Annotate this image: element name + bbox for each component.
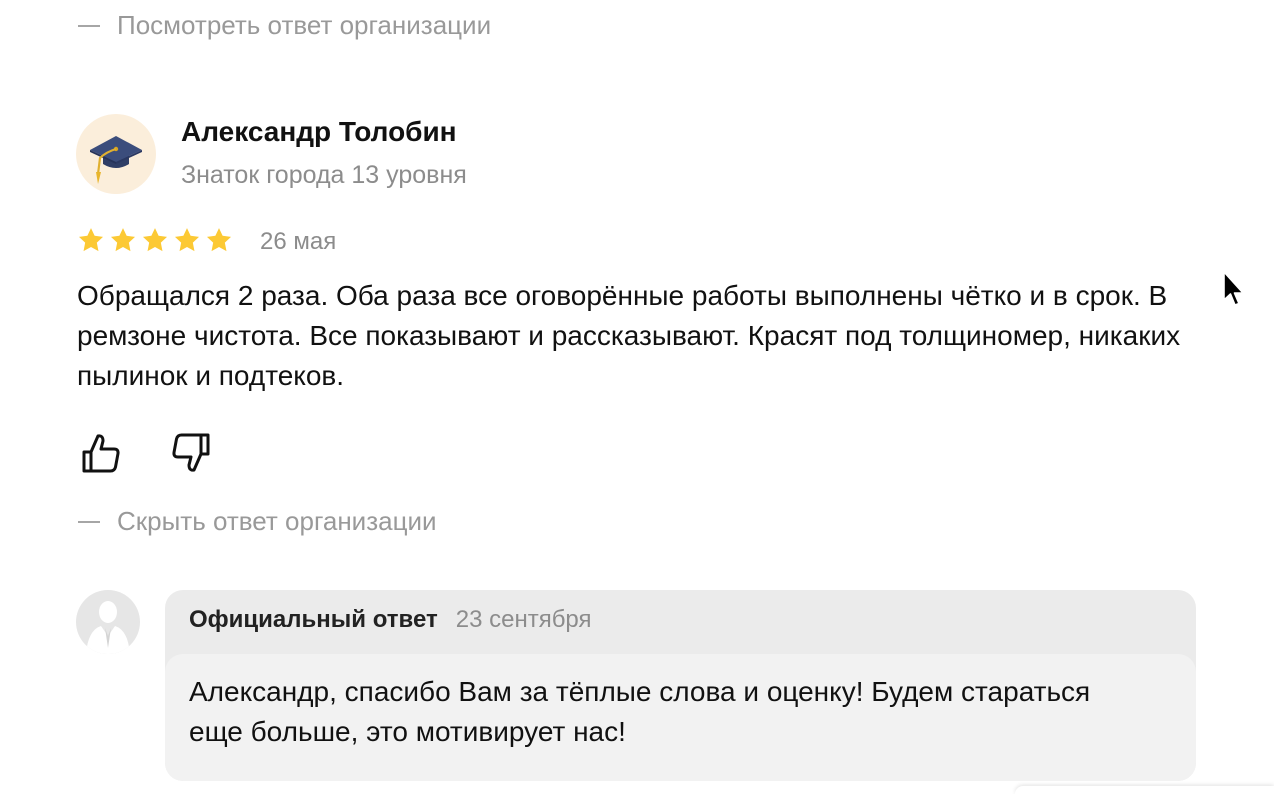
official-answer-header: Официальный ответ 23 сентября <box>189 606 592 634</box>
thumbs-down-icon <box>172 433 210 472</box>
organization-avatar <box>76 590 140 654</box>
star-icon <box>174 228 200 252</box>
thumbs-up-icon <box>82 434 120 473</box>
hide-org-answer-label: Скрыть ответ организации <box>117 506 437 536</box>
official-answer-date: 23 сентября <box>455 606 592 633</box>
review-date: 26 мая <box>260 228 337 255</box>
like-button[interactable] <box>78 430 124 476</box>
mouse-cursor-icon <box>1223 271 1244 306</box>
author-name[interactable]: Александр Толобин <box>181 116 457 148</box>
star-icon <box>206 228 232 252</box>
official-answer-body: Александр, спасибо Вам за тёплые слова и… <box>165 654 1196 781</box>
show-org-answer-link[interactable]: Посмотреть ответ организации <box>78 10 491 41</box>
person-silhouette-icon <box>86 601 130 654</box>
rating-stars <box>77 226 233 254</box>
star-icon <box>78 228 104 252</box>
official-answer-text: Александр, спасибо Вам за тёплые слова и… <box>189 676 1091 747</box>
official-answer-title: Официальный ответ <box>189 606 438 633</box>
graduation-cap-icon <box>90 136 142 184</box>
dash-icon <box>78 24 100 27</box>
review-text: Обращался 2 раза. Оба раза все оговорённ… <box>77 280 1181 391</box>
dislike-button[interactable] <box>168 430 214 476</box>
show-org-answer-label: Посмотреть ответ организации <box>117 10 492 40</box>
official-answer: Официальный ответ 23 сентября Александр,… <box>165 590 1196 781</box>
hide-org-answer-link[interactable]: Скрыть ответ организации <box>78 506 437 537</box>
dash-icon <box>78 520 100 523</box>
review-page: Посмотреть ответ организации Александр Т… <box>0 0 1274 794</box>
author-level: Знаток города 13 уровня <box>181 161 467 189</box>
author-avatar[interactable] <box>76 114 156 194</box>
star-icon <box>110 228 136 252</box>
star-icon <box>142 228 168 252</box>
overlay-panel-edge <box>1015 786 1274 794</box>
